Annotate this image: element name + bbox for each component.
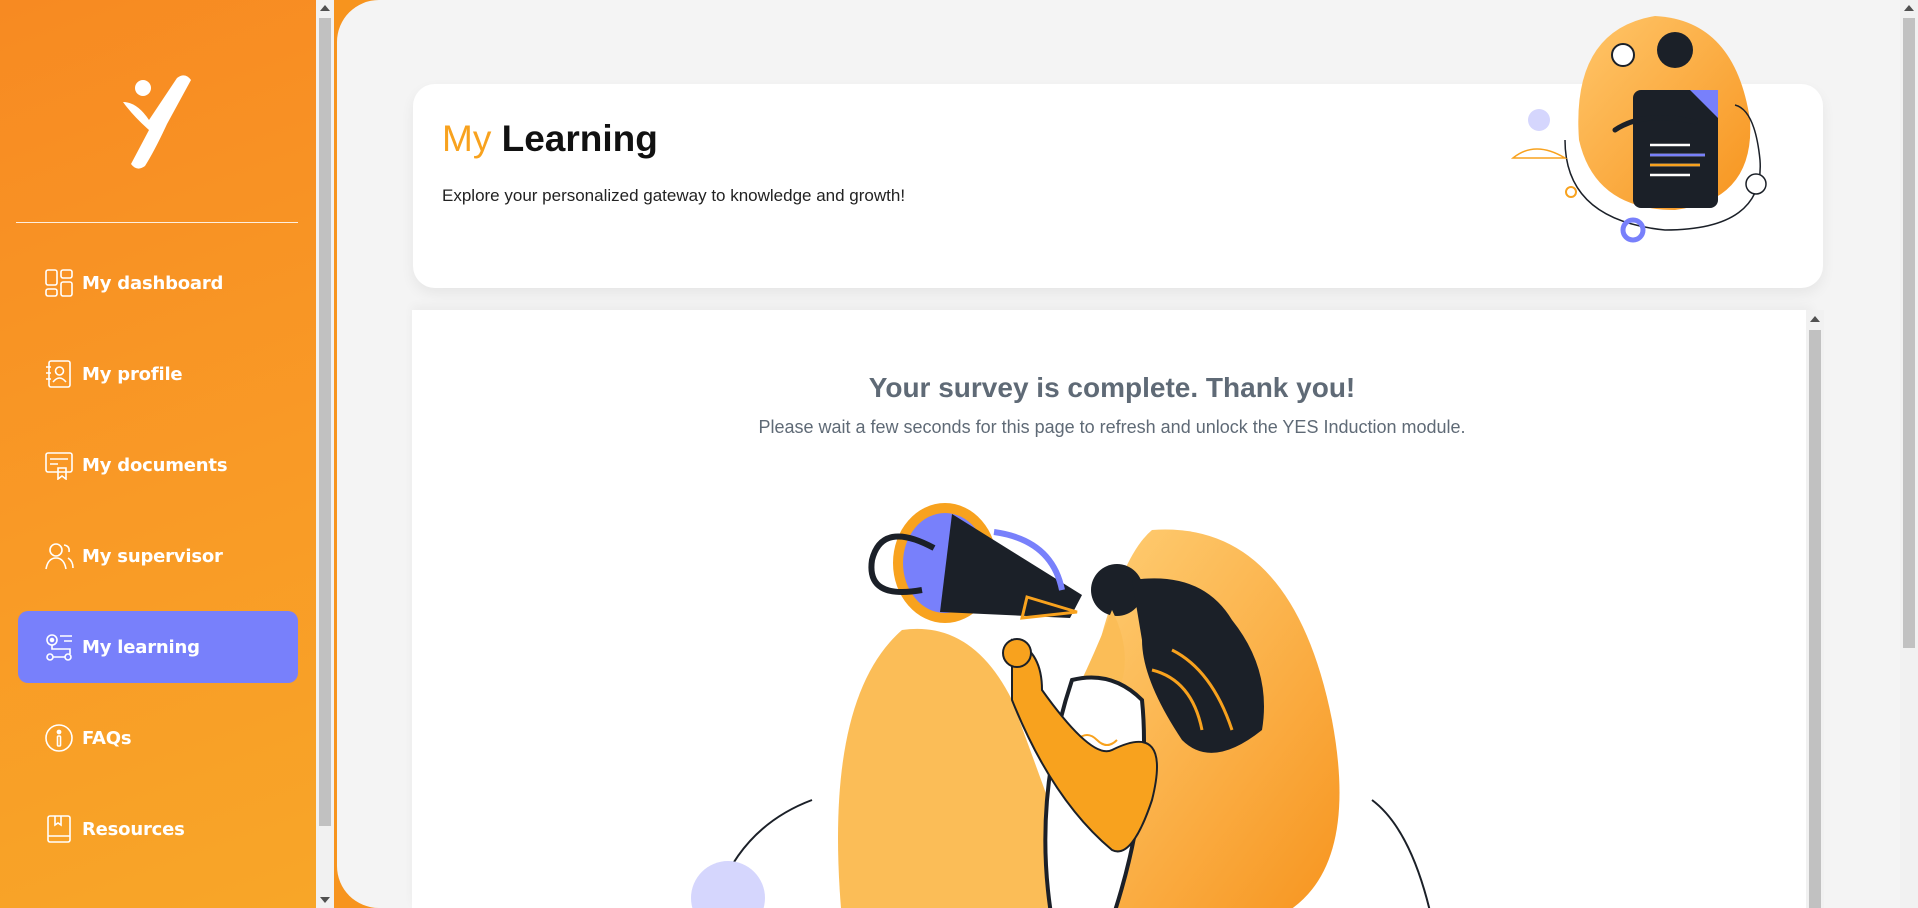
sidebar-item-documents[interactable]: My documents (18, 429, 298, 501)
learning-path-icon (46, 634, 72, 661)
scrollbar-thumb[interactable] (1903, 18, 1915, 648)
scroll-up-icon[interactable] (320, 5, 330, 11)
sidebar-item-label: My supervisor (82, 545, 223, 567)
sidebar-item-supervisor[interactable]: My supervisor (18, 520, 298, 592)
sidebar-item-resources[interactable]: Resources (18, 793, 298, 865)
sidebar-item-label: My dashboard (82, 272, 224, 294)
survey-complete-title: Your survey is complete. Thank you! (868, 372, 1356, 403)
info-circle-icon (45, 724, 73, 752)
sidebar-item-label: My documents (82, 454, 228, 476)
page-title-accent: My (442, 118, 492, 159)
sidebar-item-faqs[interactable]: FAQs (18, 702, 298, 774)
scrollbar-thumb[interactable] (1809, 330, 1821, 908)
sidebar-item-label: FAQs (82, 727, 132, 749)
document-person-illustration (1510, 16, 1767, 243)
supervisor-people-icon (45, 543, 74, 570)
page-subtitle: Explore your personalized gateway to kno… (442, 186, 906, 205)
profile-card-icon (46, 360, 71, 388)
scroll-up-icon[interactable] (1810, 316, 1820, 322)
survey-refresh-message: Please wait a few seconds for this page … (758, 417, 1466, 437)
sidebar-divider (16, 222, 298, 223)
book-icon (47, 815, 71, 843)
megaphone-woman-illustration (691, 503, 1431, 908)
sidebar: My dashboard My profile My documents My … (0, 0, 316, 908)
documents-icon (45, 452, 73, 480)
survey-frame: Your survey is complete. Thank you! Plea… (412, 310, 1812, 908)
scroll-down-icon[interactable] (320, 897, 330, 903)
scrollbar-thumb[interactable] (319, 18, 331, 826)
sidebar-nav: My dashboard My profile My documents My … (18, 247, 298, 884)
page-scrollbar[interactable] (1900, 0, 1918, 908)
sidebar-item-label: My learning (82, 636, 200, 658)
brand-logo-icon[interactable] (115, 72, 195, 172)
dashboard-grid-icon (45, 269, 73, 297)
scroll-up-icon[interactable] (1904, 5, 1914, 11)
sidebar-item-dashboard[interactable]: My dashboard (18, 247, 298, 319)
sidebar-item-label: My profile (82, 363, 183, 385)
survey-frame-scrollbar[interactable] (1806, 310, 1824, 908)
sidebar-scrollbar[interactable] (316, 0, 334, 908)
page-title: My Learning (442, 118, 658, 160)
page-title-main: Learning (501, 118, 658, 159)
sidebar-item-learning[interactable]: My learning (18, 611, 298, 683)
sidebar-item-profile[interactable]: My profile (18, 338, 298, 410)
sidebar-item-label: Resources (82, 818, 185, 840)
